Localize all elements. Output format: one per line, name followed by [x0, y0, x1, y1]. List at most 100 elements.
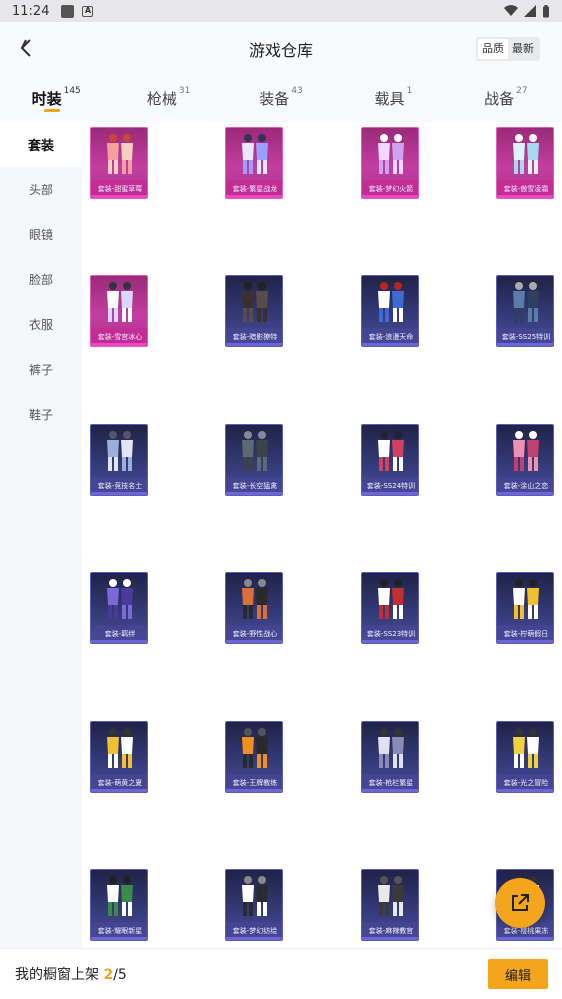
outfit-image: [107, 431, 133, 471]
tab-count: 145: [63, 86, 81, 96]
tab-battle-prep[interactable]: 战备 27: [450, 76, 562, 122]
nav-bar: 游戏仓库 品质 最新: [0, 22, 562, 76]
item-card[interactable]: 套装-雪宫冰心: [90, 275, 148, 347]
item-card[interactable]: 套装-羁绊: [90, 572, 148, 644]
rarity-bar: [362, 640, 418, 643]
outfit-image: [107, 876, 133, 916]
sidebar-item-shoes[interactable]: 鞋子: [0, 392, 82, 437]
sort-newest-option[interactable]: 最新: [508, 39, 538, 59]
rarity-bar: [226, 640, 282, 643]
rarity-bar: [91, 789, 147, 792]
tab-equipment[interactable]: 装备 43: [225, 76, 337, 122]
rarity-bar: [226, 492, 282, 495]
item-card[interactable]: 套装-SS25特训: [496, 275, 554, 347]
showcase-status: 我的橱窗上架 2/5: [15, 964, 127, 984]
signal-icon: [524, 5, 536, 17]
item-card[interactable]: 套装-长空猛禽: [225, 424, 283, 496]
outfit-image: [107, 728, 133, 768]
item-card[interactable]: 套装-繁星战龙: [225, 127, 283, 199]
wifi-icon: [504, 5, 518, 17]
sidebar-item-sets[interactable]: 套装: [0, 122, 82, 167]
showcase-label: 我的橱窗上架: [15, 967, 104, 983]
notification-icon: [61, 4, 75, 18]
item-grid: 套装-甜蜜草莓 套装-繁星战龙 套装-梦幻火箭 套装-傲雪凌霜套装-雪宫冰心 套装-暗影…: [82, 122, 562, 948]
tab-label: 枪械: [146, 90, 177, 108]
share-button[interactable]: [495, 878, 545, 928]
item-card[interactable]: 套装-梦幻火箭: [361, 127, 419, 199]
outfit-image: [242, 579, 268, 619]
edit-button[interactable]: 编辑: [488, 959, 548, 989]
tab-label: 战备: [484, 90, 515, 108]
item-card[interactable]: 套装-竞技名士: [90, 424, 148, 496]
rarity-bar: [91, 937, 147, 940]
sidebar-item-pants[interactable]: 裤子: [0, 347, 82, 392]
item-card[interactable]: 套装-SS23特训: [361, 572, 419, 644]
tab-vehicles[interactable]: 载具 1: [337, 76, 449, 122]
item-card[interactable]: 套装-傲雪凌霜: [496, 127, 554, 199]
item-card[interactable]: 套装-萌黄之夏: [90, 721, 148, 793]
rarity-bar: [226, 937, 282, 940]
subcategory-sidebar: 套装 头部 眼镜 脸部 衣服 裤子 鞋子: [0, 122, 82, 948]
rarity-bar: [362, 195, 418, 198]
item-card[interactable]: 套装-枪栏繁星: [361, 721, 419, 793]
outfit-image: [378, 876, 404, 916]
sidebar-item-face[interactable]: 脸部: [0, 257, 82, 302]
item-card[interactable]: 套装-涂山之恋: [496, 424, 554, 496]
outfit-image: [107, 134, 133, 174]
item-card[interactable]: 套装-光之冒险: [496, 721, 554, 793]
sort-quality-option[interactable]: 品质: [478, 39, 508, 59]
tab-fashion[interactable]: 时装 145: [0, 76, 112, 122]
outfit-image: [378, 282, 404, 322]
item-card[interactable]: 套装-浪漫天命: [361, 275, 419, 347]
item-card[interactable]: 套装-甜蜜草莓: [90, 127, 148, 199]
rarity-bar: [362, 492, 418, 495]
item-card[interactable]: 套装-梦幻纺绘: [225, 869, 283, 941]
rarity-bar: [497, 195, 553, 198]
outfit-image: [242, 431, 268, 471]
item-card[interactable]: 套装-暗影獠特: [225, 275, 283, 347]
rarity-bar: [362, 789, 418, 792]
tab-label: 装备: [259, 90, 290, 108]
outfit-image: [107, 579, 133, 619]
outfit-image: [513, 431, 539, 471]
rarity-bar: [497, 343, 553, 346]
tab-count: 27: [516, 86, 528, 96]
outfit-image: [378, 728, 404, 768]
tab-guns[interactable]: 枪械 31: [112, 76, 224, 122]
sidebar-item-head[interactable]: 头部: [0, 167, 82, 212]
item-card[interactable]: 套装-柠萌假日: [496, 572, 554, 644]
rarity-bar: [226, 195, 282, 198]
item-card[interactable]: 套装-SS24特训: [361, 424, 419, 496]
outfit-image: [107, 282, 133, 322]
status-time: 11:24: [12, 3, 50, 19]
rarity-bar: [91, 640, 147, 643]
showcase-current-count: 2: [103, 967, 114, 983]
outfit-image: [378, 431, 404, 471]
rarity-bar: [91, 343, 147, 346]
item-card[interactable]: 套装-麻辣教官: [361, 869, 419, 941]
page-title: 游戏仓库: [248, 41, 313, 60]
showcase-bar: 我的橱窗上架 2/5 编辑: [0, 948, 562, 999]
rarity-bar: [91, 195, 147, 198]
outfit-image: [513, 728, 539, 768]
outfit-image: [242, 728, 268, 768]
active-tab-indicator: [44, 109, 61, 112]
sidebar-item-clothes[interactable]: 衣服: [0, 302, 82, 347]
tab-count: 1: [406, 86, 413, 96]
showcase-total-count: /5: [113, 967, 127, 983]
rarity-bar: [497, 789, 553, 792]
item-card[interactable]: 套装-野性战心: [225, 572, 283, 644]
sidebar-item-glasses[interactable]: 眼镜: [0, 212, 82, 257]
tab-label: 载具: [374, 90, 405, 108]
rarity-bar: [362, 343, 418, 346]
outfit-image: [378, 579, 404, 619]
item-card[interactable]: 套装-耀眼新星: [90, 869, 148, 941]
outfit-image: [513, 134, 539, 174]
item-card[interactable]: 套装-王牌教练: [225, 721, 283, 793]
back-button[interactable]: [12, 34, 40, 62]
outfit-image: [242, 876, 268, 916]
rarity-bar: [226, 789, 282, 792]
outfit-image: [242, 134, 268, 174]
app-a-icon: A: [82, 5, 94, 17]
outfit-image: [378, 134, 404, 174]
